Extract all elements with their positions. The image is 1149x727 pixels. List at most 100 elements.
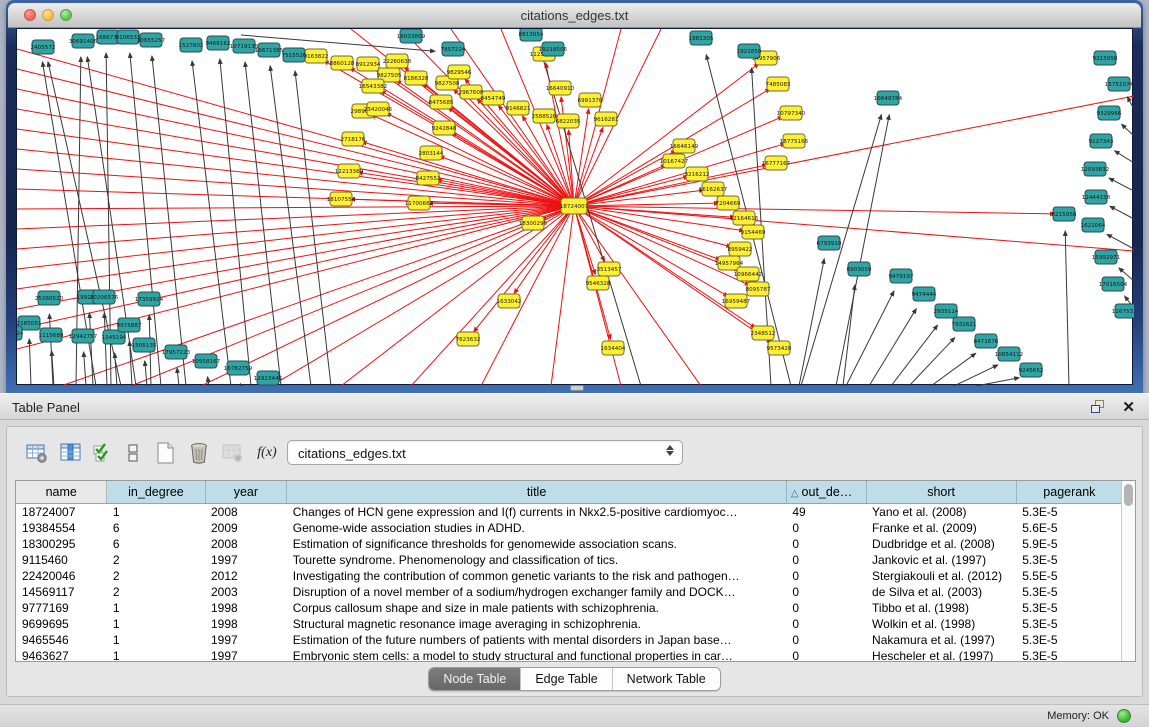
node-table[interactable]: namein_degreeyeartitle△out_de…shortpager… [15,480,1136,662]
graph-node[interactable]: 9245652 [1019,363,1044,377]
graph-node[interactable]: 6822035 [556,114,581,128]
table-cell[interactable]: 0 [786,552,866,568]
table-cell[interactable]: 1997 [205,632,287,648]
table-cell[interactable]: 5.3E-5 [1016,648,1122,663]
table-cell[interactable]: 1 [107,616,205,632]
graph-node[interactable]: 7204669 [716,196,741,210]
table-row[interactable]: 946554611997Estimation of the future num… [16,632,1123,648]
column-header-title[interactable]: title [287,481,787,503]
graph-node[interactable]: 2405572 [31,40,56,54]
table-cell[interactable]: 1997 [205,552,287,568]
graph-node[interactable]: 10655257 [137,33,166,47]
table-row[interactable]: 1872400712008Changes of HCN gene express… [16,503,1123,520]
table-cell[interactable]: 0 [786,584,866,600]
graph-node[interactable]: 2718176 [341,132,366,146]
table-cell[interactable]: 9115460 [16,552,107,568]
network-canvas[interactable]: 1872400718300295916382288601288912934222… [16,28,1133,385]
graph-node[interactable]: 8860128 [330,56,355,70]
memory-status-indicator-icon[interactable] [1117,709,1131,723]
graph-node[interactable]: 7932621 [952,317,977,331]
table-cell[interactable]: 5.3E-5 [1016,616,1122,632]
graph-node[interactable]: 3216212 [685,167,710,181]
table-cell[interactable]: Jankovic et al. (1997) [866,552,1016,568]
graph-node[interactable]: 16782759 [224,361,253,375]
graph-node[interactable]: 18107554 [327,192,356,206]
tab-network-table[interactable]: Network Table [613,668,720,690]
table-cell[interactable]: 0 [786,568,866,584]
table-scrollbar[interactable] [1121,481,1135,661]
graph-node[interactable]: 9242848 [432,121,457,135]
graph-node[interactable]: 8912934 [356,57,381,71]
graph-node[interactable]: 10797340 [777,106,806,120]
graph-node[interactable]: 12444158 [1082,190,1111,204]
graph-node[interactable]: 7623632 [456,332,481,346]
graph-node[interactable]: 9329966 [1097,106,1122,120]
graph-node[interactable]: 9479197 [889,269,914,283]
table-cell[interactable]: Hescheler et al. (1997) [866,648,1016,663]
table-cell[interactable]: 2008 [205,536,287,552]
tab-node-table[interactable]: Node Table [429,668,521,690]
graph-node[interactable]: 9163822 [304,49,329,63]
graph-hub-node[interactable]: 18724007 [560,198,589,214]
graph-node[interactable]: 17957223 [162,345,191,359]
table-cell[interactable]: 9699695 [16,616,107,632]
table-cell[interactable]: Wolkin et al. (1998) [866,616,1016,632]
close-panel-icon[interactable]: ✕ [1122,398,1135,416]
show-columns-icon[interactable] [57,439,85,467]
table-row[interactable]: 977716911998Corpus callosum shape and si… [16,600,1123,616]
column-header-out_de[interactable]: △out_de… [786,481,866,503]
table-cell[interactable]: 1 [107,600,205,616]
graph-node[interactable]: 19218506 [539,42,568,56]
graph-node[interactable]: 16646149 [670,139,699,153]
column-header-in_degree[interactable]: in_degree [107,481,205,503]
table-scrollbar-thumb[interactable] [1124,484,1133,506]
table-cell[interactable]: 49 [786,503,866,520]
graph-node[interactable]: 9146821 [506,101,531,115]
graph-node[interactable]: 16162637 [699,182,728,196]
graph-node[interactable]: 9616281 [594,112,619,126]
table-cell[interactable]: Investigating the contribution of common… [287,568,787,584]
table-cell[interactable]: 1998 [205,600,287,616]
table-cell[interactable]: 22420046 [16,568,107,584]
table-cell[interactable]: 9463627 [16,648,107,663]
table-cell[interactable]: Structural magnetic resonance image aver… [287,616,787,632]
table-cell[interactable]: Corpus callosum shape and size in male p… [287,600,787,616]
graph-node[interactable]: 2935114 [934,304,959,318]
graph-node[interactable]: 17359924 [135,292,164,306]
table-cell[interactable]: 14569117 [16,584,107,600]
table-cell[interactable]: 5.6E-5 [1016,520,1122,536]
table-cell[interactable]: 5.3E-5 [1016,584,1122,600]
column-header-name[interactable]: name [16,481,107,503]
graph-node[interactable]: 12942757 [69,329,98,343]
graph-node[interactable]: 1115689 [39,328,64,342]
graph-node[interactable]: 11700662 [405,196,433,210]
table-cell[interactable]: 6 [107,520,205,536]
table-cell[interactable]: Tourette syndrome. Phenomenology and cla… [287,552,787,568]
table-cell[interactable]: Stergiakouli et al. (2012) [866,568,1016,584]
table-header-row[interactable]: namein_degreeyeartitle△out_de…shortpager… [16,481,1123,503]
graph-node[interactable]: 9154469 [741,225,766,239]
graph-node[interactable]: 8095787 [746,282,771,296]
table-cell[interactable]: 0 [786,600,866,616]
table-cell[interactable]: de Silva et al. (2003) [866,584,1016,600]
graph-node[interactable]: 18300295 [519,216,548,230]
graph-node[interactable]: 2803144 [419,146,444,160]
table-cell[interactable]: Estimation of significance thresholds fo… [287,536,787,552]
graph-node[interactable]: 10167427 [660,154,689,168]
table-cell[interactable]: 0 [786,632,866,648]
table-row[interactable]: 969969511998Structural magnetic resonanc… [16,616,1123,632]
table-cell[interactable]: Franke et al. (2009) [866,520,1016,536]
graph-node[interactable]: 8427552 [416,171,441,185]
graph-node[interactable]: 12923446 [254,371,283,385]
graph-node[interactable]: 16671385 [255,43,284,57]
graph-node[interactable]: 16777167 [762,156,791,170]
table-cell[interactable]: 0 [786,616,866,632]
graph-node[interactable]: 1881305 [689,31,714,45]
table-cell[interactable]: 2 [107,552,205,568]
table-cell[interactable]: 2012 [205,568,287,584]
table-cell[interactable]: 2003 [205,584,287,600]
table-cell[interactable]: Estimation of the future numbers of pati… [287,632,787,648]
table-cell[interactable]: 5.9E-5 [1016,536,1122,552]
graph-node[interactable]: 9474444 [912,287,937,301]
table-cell[interactable]: Changes of HCN gene expression and I(f) … [287,503,787,520]
